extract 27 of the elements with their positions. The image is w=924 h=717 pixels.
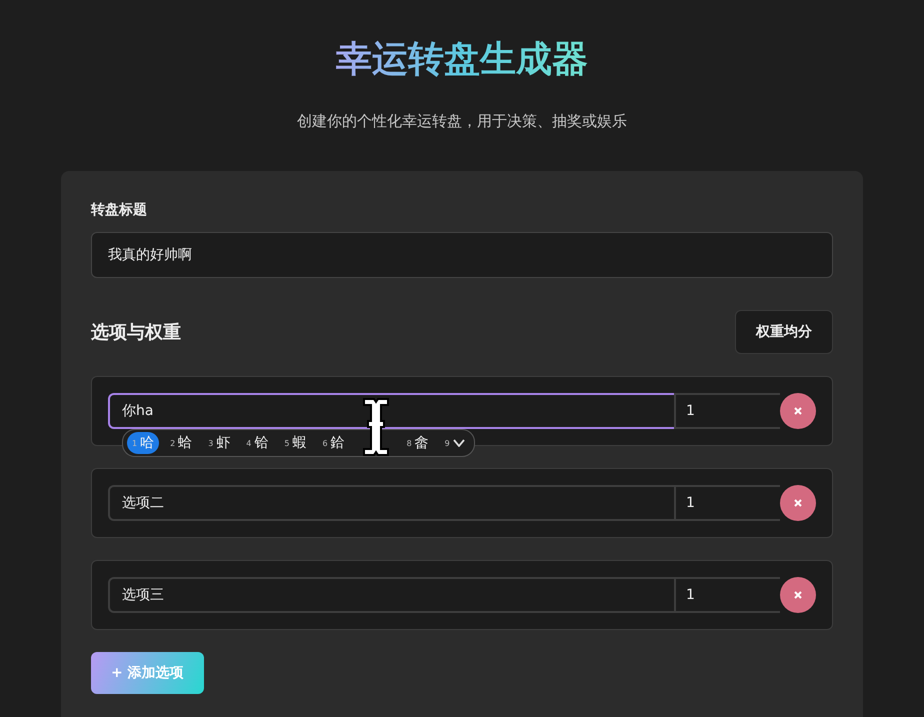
- ime-candidate[interactable]: 3 虾: [203, 432, 236, 454]
- delete-button[interactable]: [780, 393, 816, 429]
- ime-candidate[interactable]: 6 鉿: [317, 432, 350, 454]
- page-subtitle: 创建你的个性化幸运转盘，用于决策、抽奖或娱乐: [297, 112, 627, 131]
- close-icon: [793, 498, 803, 508]
- chevron-down-icon: [452, 439, 465, 447]
- ime-candidate[interactable]: 1 哈: [127, 432, 160, 454]
- weight-input-field[interactable]: 1: [674, 577, 780, 613]
- text-cursor-icon: [360, 396, 391, 458]
- ime-more-button[interactable]: 9: [440, 432, 470, 454]
- option-input-field[interactable]: 选项三: [108, 577, 674, 613]
- delete-button[interactable]: [780, 485, 816, 521]
- title-input-field[interactable]: 我真的好帅啊: [91, 232, 833, 278]
- option-input-field[interactable]: 选项二: [108, 485, 674, 521]
- weight-input-field[interactable]: 1: [674, 393, 780, 429]
- close-icon: [793, 406, 803, 416]
- ime-candidate[interactable]: 5 蝦: [279, 432, 312, 454]
- ime-candidate[interactable]: 8 畲: [402, 432, 434, 454]
- equalize-weights-button[interactable]: 权重均分: [735, 310, 833, 354]
- weight-input-field[interactable]: 1: [674, 485, 780, 521]
- section-heading: 选项与权重: [91, 321, 181, 344]
- ime-candidate[interactable]: 4 铪: [241, 432, 274, 454]
- ime-candidate[interactable]: 2 蛤: [165, 432, 198, 454]
- field-label: 转盘标题: [91, 201, 148, 219]
- close-icon: [793, 590, 803, 600]
- delete-button[interactable]: [780, 577, 816, 613]
- option-input-field[interactable]: 你ha: [108, 393, 674, 429]
